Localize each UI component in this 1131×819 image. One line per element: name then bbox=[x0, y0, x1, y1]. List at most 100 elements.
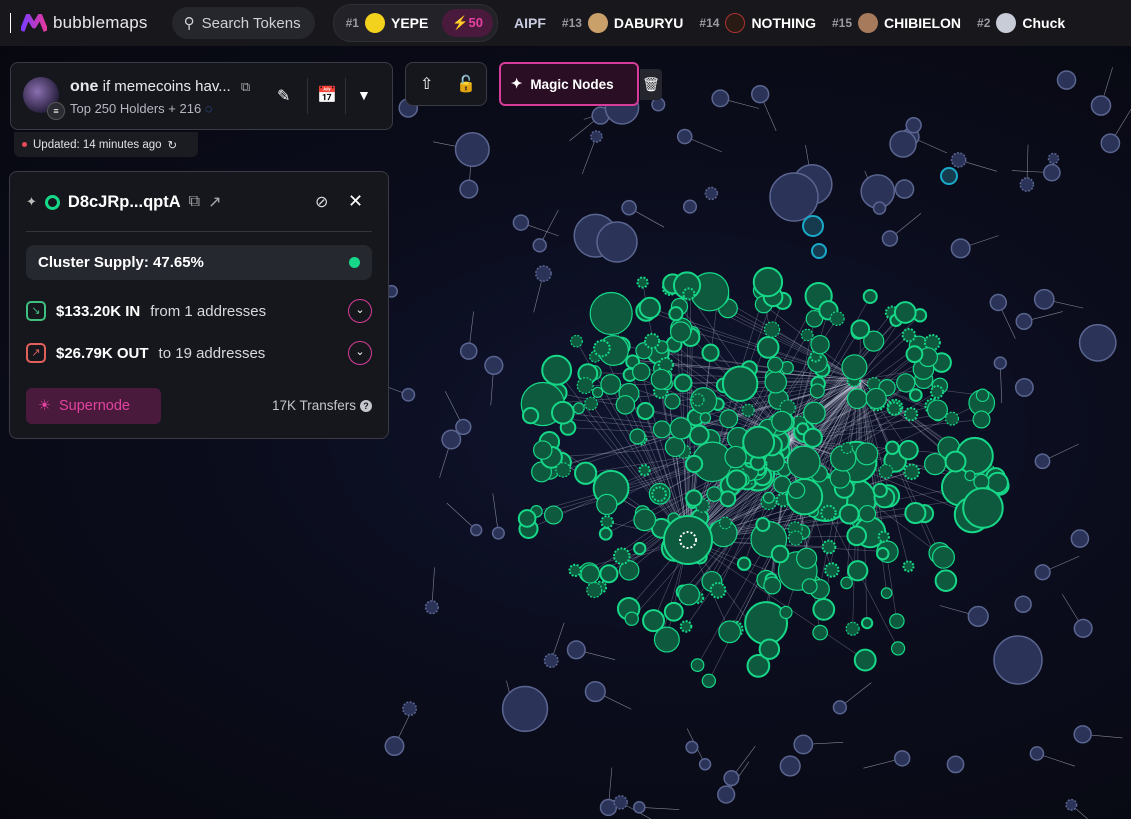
holder-bubble[interactable] bbox=[1047, 152, 1060, 165]
cluster-bubble[interactable] bbox=[544, 505, 563, 525]
highlighted-bubble[interactable] bbox=[940, 167, 958, 185]
cluster-bubble[interactable] bbox=[771, 410, 793, 433]
copy-icon[interactable]: ⧉ bbox=[241, 79, 250, 94]
holder-bubble[interactable] bbox=[993, 356, 1007, 370]
cluster-bubble[interactable] bbox=[636, 276, 649, 289]
cluster-bubble[interactable] bbox=[901, 327, 917, 343]
holder-bubble[interactable] bbox=[535, 265, 552, 282]
holder-bubble[interactable] bbox=[946, 755, 965, 774]
holder-bubble[interactable] bbox=[491, 526, 505, 540]
cluster-bubble[interactable] bbox=[877, 530, 890, 543]
expand-outflow-button[interactable]: ⌄ bbox=[348, 341, 372, 365]
cluster-bubble[interactable] bbox=[633, 541, 647, 556]
cluster-bubble[interactable] bbox=[632, 362, 651, 382]
cluster-bubble[interactable] bbox=[742, 425, 776, 459]
cluster-bubble[interactable] bbox=[709, 582, 727, 599]
cluster-bubble[interactable] bbox=[721, 365, 759, 402]
holder-bubble[interactable] bbox=[889, 130, 917, 158]
cluster-bubble[interactable] bbox=[691, 393, 705, 407]
cluster-bubble[interactable] bbox=[829, 311, 845, 327]
cluster-bubble[interactable] bbox=[664, 393, 681, 410]
holder-bubble[interactable] bbox=[1056, 70, 1077, 90]
holder-bubble[interactable] bbox=[950, 152, 967, 168]
cluster-bubble[interactable] bbox=[718, 516, 732, 530]
cluster-bubble[interactable] bbox=[850, 319, 871, 340]
cluster-bubble[interactable] bbox=[809, 383, 825, 399]
holder-bubble[interactable] bbox=[1090, 95, 1112, 116]
holder-bubble[interactable] bbox=[566, 640, 586, 660]
cluster-bubble[interactable] bbox=[599, 564, 619, 584]
cluster-bubble[interactable] bbox=[586, 581, 603, 599]
holder-bubble[interactable] bbox=[989, 293, 1007, 312]
filter-icon[interactable]: ▼ bbox=[357, 87, 371, 103]
highlighted-bubble[interactable] bbox=[802, 215, 824, 237]
cluster-bubble[interactable] bbox=[724, 445, 747, 469]
holder-bubble[interactable] bbox=[685, 740, 699, 754]
cluster-bubble[interactable] bbox=[701, 673, 717, 688]
cluster-bubble[interactable] bbox=[741, 403, 755, 417]
cluster-bubble[interactable] bbox=[880, 587, 893, 599]
holder-bubble[interactable] bbox=[590, 130, 603, 143]
trending-item[interactable]: #2 Chuck bbox=[977, 13, 1065, 33]
cluster-bubble[interactable] bbox=[706, 486, 722, 502]
cluster-bubble[interactable] bbox=[787, 481, 806, 499]
holder-bubble[interactable] bbox=[384, 736, 405, 757]
holder-bubble[interactable] bbox=[1065, 798, 1078, 811]
cluster-bubble[interactable] bbox=[767, 356, 784, 374]
cluster-bubble[interactable] bbox=[821, 539, 837, 555]
holder-bubble[interactable] bbox=[459, 179, 479, 199]
holder-bubble[interactable] bbox=[632, 801, 646, 814]
cluster-bubble[interactable] bbox=[812, 624, 829, 641]
cluster-bubble[interactable] bbox=[719, 490, 737, 508]
cluster-bubble[interactable] bbox=[752, 266, 784, 298]
cluster-bubble[interactable] bbox=[904, 501, 927, 525]
holder-bubble[interactable] bbox=[717, 785, 736, 804]
cluster-bubble[interactable] bbox=[685, 489, 703, 507]
cluster-bubble[interactable] bbox=[926, 399, 948, 421]
cluster-bubble[interactable] bbox=[663, 601, 684, 622]
holder-bubble[interactable] bbox=[424, 600, 439, 615]
cluster-bubble[interactable] bbox=[633, 508, 657, 532]
cluster-bubble[interactable] bbox=[550, 400, 575, 425]
cluster-bubble[interactable] bbox=[802, 427, 823, 448]
cluster-bubble[interactable] bbox=[931, 545, 955, 569]
cluster-bubble[interactable] bbox=[800, 328, 814, 342]
cluster-bubble[interactable] bbox=[756, 336, 780, 359]
cluster-bubble[interactable] bbox=[902, 560, 915, 573]
cluster-bubble[interactable] bbox=[593, 339, 611, 358]
trash-icon[interactable]: 🗑 bbox=[640, 69, 662, 100]
cluster-bubble[interactable] bbox=[840, 441, 853, 455]
cluster-bubble[interactable] bbox=[934, 569, 958, 592]
cluster-bubble[interactable] bbox=[589, 291, 633, 336]
holder-bubble[interactable] bbox=[470, 523, 483, 537]
edit-icon[interactable]: ✎ bbox=[277, 86, 290, 106]
cluster-bubble[interactable] bbox=[613, 547, 631, 565]
cluster-bubble[interactable] bbox=[521, 407, 540, 425]
cluster-bubble[interactable] bbox=[688, 424, 710, 446]
cluster-bubble[interactable] bbox=[574, 461, 598, 485]
cluster-bubble[interactable] bbox=[615, 395, 636, 415]
cluster-bubble[interactable] bbox=[964, 469, 976, 482]
cluster-bubble[interactable] bbox=[690, 658, 705, 672]
holder-bubble[interactable] bbox=[711, 89, 730, 108]
cluster-bubble[interactable] bbox=[858, 504, 877, 523]
holder-bubble[interactable] bbox=[613, 795, 628, 810]
cluster-bubble[interactable] bbox=[673, 373, 693, 393]
trending-item[interactable]: #13 DABURYU bbox=[562, 13, 683, 33]
magic-nodes-button[interactable]: ✦ Magic Nodes bbox=[499, 62, 639, 106]
cluster-bubble[interactable] bbox=[638, 464, 651, 477]
holder-bubble[interactable] bbox=[455, 418, 472, 436]
hide-eye-icon[interactable]: ⊘ bbox=[315, 192, 328, 212]
supernode-bubble[interactable] bbox=[663, 515, 713, 565]
cluster-bubble[interactable] bbox=[624, 611, 639, 626]
search-tokens-input[interactable]: ⚲ Search Tokens bbox=[171, 7, 315, 39]
holder-bubble[interactable] bbox=[454, 132, 490, 168]
cluster-bubble[interactable] bbox=[840, 576, 853, 590]
cluster-bubble[interactable] bbox=[898, 439, 919, 461]
cluster-bubble[interactable] bbox=[517, 509, 537, 528]
holder-bubble[interactable] bbox=[1073, 618, 1093, 638]
cluster-bubble[interactable] bbox=[930, 385, 945, 400]
holder-bubble[interactable] bbox=[402, 701, 418, 717]
cluster-bubble[interactable] bbox=[820, 504, 837, 522]
holder-bubble[interactable] bbox=[1034, 453, 1051, 470]
